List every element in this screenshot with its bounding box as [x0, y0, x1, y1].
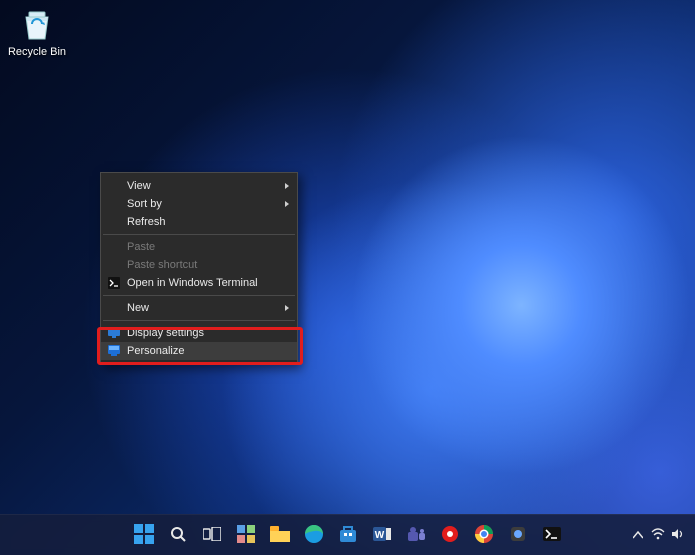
teams-button[interactable]: [402, 521, 430, 549]
terminal-button[interactable]: [538, 521, 566, 549]
tray-volume[interactable]: [671, 528, 685, 542]
ctx-personalize[interactable]: Personalize: [101, 342, 297, 360]
ctx-view[interactable]: View: [101, 177, 297, 195]
desktop-icon-recycle-bin[interactable]: Recycle Bin: [2, 4, 72, 58]
search-button[interactable]: [164, 521, 192, 549]
ctx-display-settings[interactable]: Display settings: [101, 324, 297, 342]
word-button[interactable]: W: [368, 521, 396, 549]
file-explorer-button[interactable]: [266, 521, 294, 549]
record-icon: [441, 525, 459, 546]
ctx-separator: [103, 320, 295, 321]
wifi-icon: [651, 528, 665, 543]
ctx-separator: [103, 234, 295, 235]
desktop-icon-label: Recycle Bin: [2, 46, 72, 58]
ctx-refresh[interactable]: Refresh: [101, 213, 297, 231]
tray-wifi[interactable]: [651, 528, 665, 542]
display-icon: [107, 326, 121, 340]
terminal-icon: [543, 527, 561, 544]
app-button[interactable]: [504, 521, 532, 549]
personalize-icon: [107, 344, 121, 358]
widgets-icon: [237, 525, 255, 546]
desktop-wallpaper[interactable]: Recycle Bin View Sort by Refresh Paste P…: [0, 0, 695, 555]
widgets-button[interactable]: [232, 521, 260, 549]
chrome-button[interactable]: [470, 521, 498, 549]
start-icon: [134, 524, 154, 547]
svg-text:W: W: [374, 530, 384, 541]
ctx-paste-shortcut: Paste shortcut: [101, 256, 297, 274]
app-icon: [509, 525, 527, 546]
recycle-bin-icon: [17, 4, 57, 44]
ctx-sort-by[interactable]: Sort by: [101, 195, 297, 213]
word-icon: W: [373, 525, 391, 546]
ctx-separator: [103, 295, 295, 296]
store-icon: [339, 525, 357, 546]
taskbar-tray: [631, 515, 691, 555]
record-button[interactable]: [436, 521, 464, 549]
start-button[interactable]: [130, 521, 158, 549]
terminal-icon: [107, 276, 121, 290]
edge-icon: [304, 524, 324, 547]
taskview-button[interactable]: [198, 521, 226, 549]
tray-overflow[interactable]: [631, 528, 645, 542]
taskview-icon: [203, 527, 221, 544]
desktop-context-menu: View Sort by Refresh Paste Paste shortcu…: [100, 172, 298, 365]
chevron-up-icon: [633, 528, 643, 542]
volume-icon: [671, 528, 685, 543]
ctx-paste: Paste: [101, 238, 297, 256]
edge-button[interactable]: [300, 521, 328, 549]
search-icon: [169, 525, 187, 546]
chrome-icon: [475, 525, 493, 546]
teams-icon: [406, 525, 426, 546]
taskbar: W: [0, 514, 695, 555]
store-button[interactable]: [334, 521, 362, 549]
ctx-open-terminal[interactable]: Open in Windows Terminal: [101, 274, 297, 292]
ctx-new[interactable]: New: [101, 299, 297, 317]
taskbar-center: W: [130, 521, 566, 549]
explorer-icon: [270, 526, 290, 545]
